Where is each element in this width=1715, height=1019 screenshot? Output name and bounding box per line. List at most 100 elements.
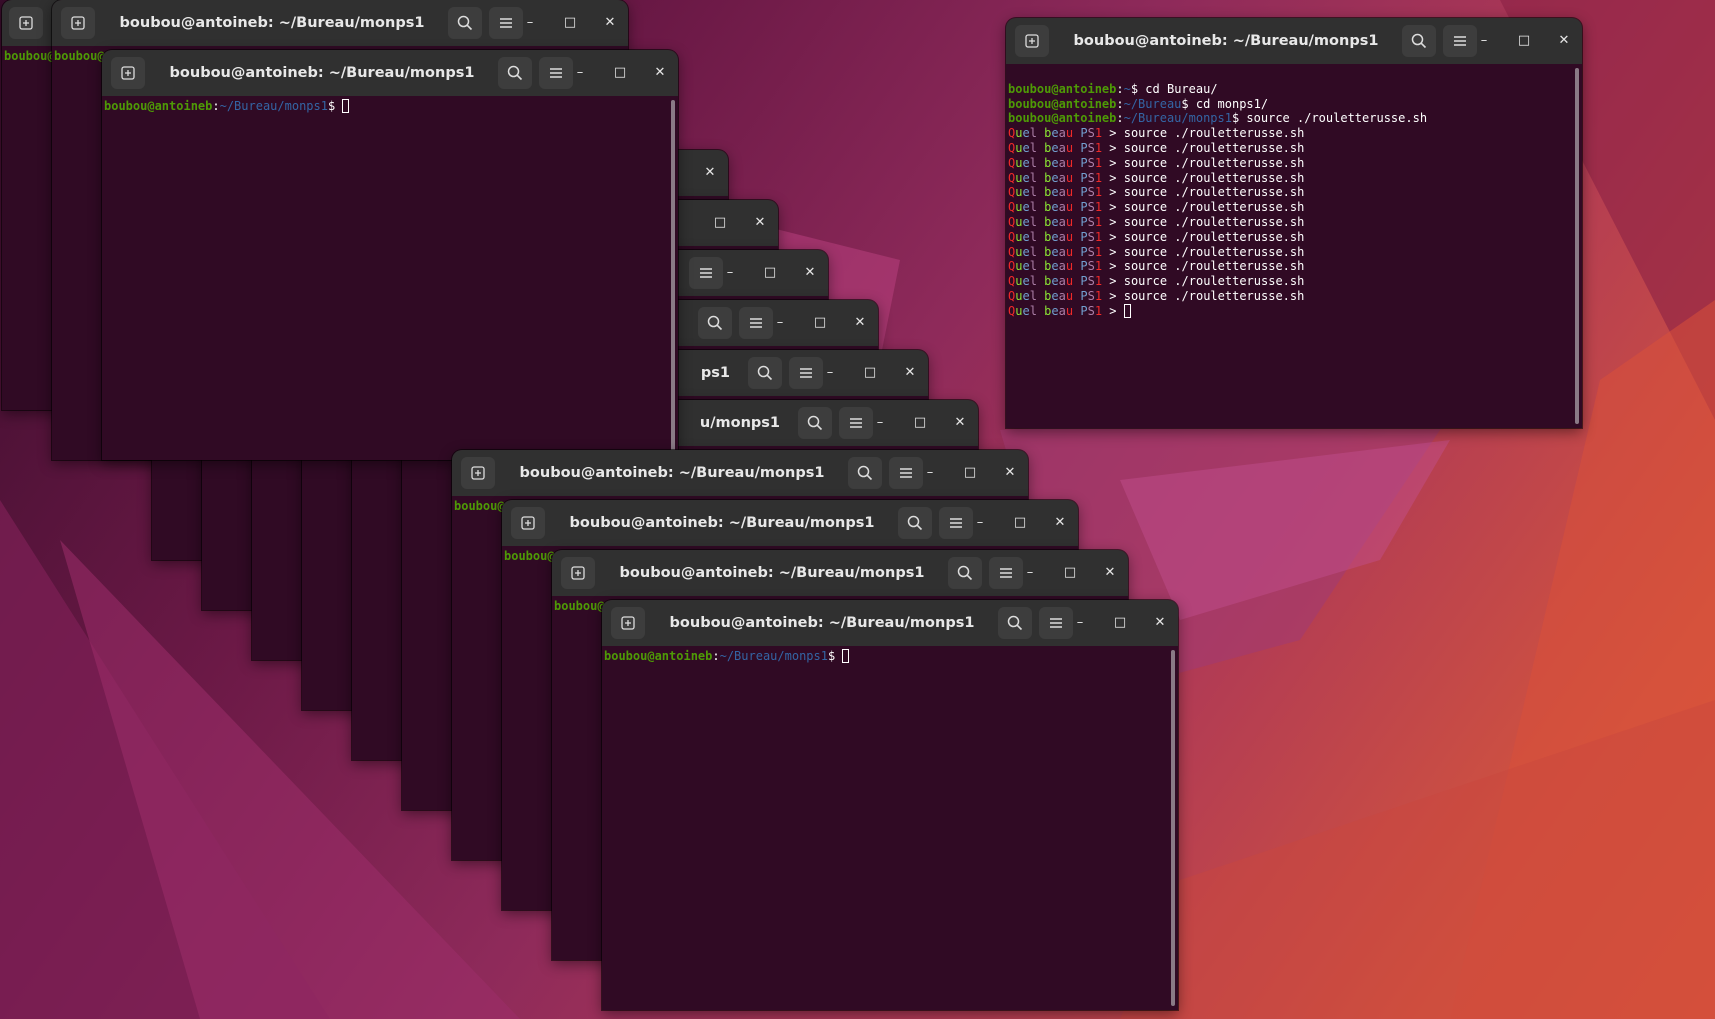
close-icon[interactable]: ✕: [1000, 463, 1020, 483]
close-icon[interactable]: ✕: [950, 413, 970, 433]
new-tab-icon[interactable]: [561, 557, 595, 589]
close-icon[interactable]: ✕: [800, 263, 820, 283]
headerbar[interactable]: boubou@antoineb: ~/Bureau/monps1 – □ ✕: [552, 550, 1128, 596]
maximize-icon[interactable]: □: [910, 413, 930, 433]
close-icon[interactable]: ✕: [750, 213, 770, 233]
search-icon[interactable]: [998, 607, 1032, 639]
cursor: [842, 649, 850, 663]
search-icon[interactable]: [848, 457, 882, 489]
hamburger-menu-icon[interactable]: [839, 407, 873, 439]
search-icon[interactable]: [748, 357, 782, 389]
minimize-icon[interactable]: –: [720, 263, 740, 283]
maximize-icon[interactable]: □: [960, 463, 980, 483]
new-tab-icon[interactable]: [611, 607, 645, 639]
hamburger-menu-icon[interactable]: [689, 257, 723, 289]
prompt-dollar: $: [327, 99, 343, 113]
prompt-colon: :: [212, 99, 220, 113]
window-title: boubou@antoineb: ~/Bureau/monps1: [619, 565, 925, 581]
terminal-window-2[interactable]: boubou@antoineb: ~/Bureau/monps1 – □ ✕ b…: [102, 50, 678, 460]
hamburger-menu-icon[interactable]: [739, 307, 773, 339]
maximize-icon[interactable]: □: [1010, 513, 1030, 533]
ps1-line: Quel beau PS1 >: [1008, 303, 1580, 319]
window-title: boubou@antoineb: ~/Bureau/monps1: [519, 465, 825, 481]
maximize-icon[interactable]: □: [810, 313, 830, 333]
close-icon[interactable]: ✕: [900, 363, 920, 383]
search-icon[interactable]: [1402, 25, 1436, 57]
search-icon[interactable]: [798, 407, 832, 439]
search-icon[interactable]: [948, 557, 982, 589]
minimize-icon[interactable]: –: [920, 463, 940, 483]
headerbar[interactable]: boubou@antoineb: ~/Bureau/monps1 – □ ✕: [602, 600, 1178, 646]
search-icon[interactable]: [498, 57, 532, 89]
minimize-icon[interactable]: –: [970, 513, 990, 533]
window-title: boubou@antoineb: ~/Bureau/monps1: [669, 615, 975, 631]
scrollbar[interactable]: [1575, 68, 1579, 424]
ps1-command: source ./rouletterusse.sh: [1123, 200, 1305, 215]
hamburger-menu-icon[interactable]: [989, 557, 1023, 589]
hamburger-menu-icon[interactable]: [1039, 607, 1073, 639]
prompt-path: ~/Bureau/monps1: [219, 99, 328, 113]
headerbar[interactable]: boubou@antoineb: ~/Bureau/monps1 – □ ✕: [452, 450, 1028, 496]
minimize-icon[interactable]: –: [870, 413, 890, 433]
headerbar[interactable]: boubou@antoineb: ~/Bureau/monps1 – □ ✕: [52, 0, 628, 46]
terminal-output[interactable]: boubou@antoineb:~/Bureau/monps1$: [102, 96, 678, 460]
terminal-output[interactable]: boubou@antoineb:~$ cd Bureau/boubou@anto…: [1006, 64, 1582, 428]
minimize-icon[interactable]: –: [1020, 563, 1040, 583]
scrollbar[interactable]: [671, 100, 675, 456]
prompt-user-host: boubou@: [454, 499, 505, 513]
search-icon[interactable]: [448, 7, 482, 39]
maximize-icon[interactable]: □: [710, 213, 730, 233]
maximize-icon[interactable]: □: [560, 13, 580, 33]
hamburger-menu-icon[interactable]: [939, 507, 973, 539]
window-title: boubou@antoineb: ~/Bureau/monps1: [119, 15, 425, 31]
minimize-icon[interactable]: –: [570, 63, 590, 83]
terminal-window-12[interactable]: boubou@antoineb: ~/Bureau/monps1 – □ ✕ b…: [602, 600, 1178, 1010]
hamburger-menu-icon[interactable]: [539, 57, 573, 89]
hamburger-menu-icon[interactable]: [1443, 25, 1477, 57]
minimize-icon[interactable]: –: [1070, 613, 1090, 633]
close-icon[interactable]: ✕: [1150, 613, 1170, 633]
maximize-icon[interactable]: □: [1110, 613, 1130, 633]
close-icon[interactable]: ✕: [1100, 563, 1120, 583]
shell-line: boubou@antoineb:~/Bureau$ cd monps1/: [1008, 96, 1269, 111]
prompt-user-host: boubou@: [504, 549, 555, 563]
maximize-icon[interactable]: □: [860, 363, 880, 383]
ps1-line: Quel beau PS1 > source ./rouletterusse.s…: [1008, 288, 1305, 303]
maximize-icon[interactable]: □: [760, 263, 780, 283]
hamburger-menu-icon[interactable]: [889, 457, 923, 489]
search-icon[interactable]: [898, 507, 932, 539]
minimize-icon[interactable]: –: [520, 13, 540, 33]
terminal-window-right[interactable]: boubou@antoineb: ~/Bureau/monps1 – □ ✕ b…: [1006, 18, 1582, 428]
ps1-line: Quel beau PS1 > source ./rouletterusse.s…: [1008, 126, 1305, 141]
close-icon[interactable]: ✕: [850, 313, 870, 333]
maximize-icon[interactable]: □: [610, 63, 630, 83]
hamburger-menu-icon[interactable]: [789, 357, 823, 389]
close-icon[interactable]: ✕: [600, 13, 620, 33]
headerbar[interactable]: boubou@antoineb: ~/Bureau/monps1 – □ ✕: [1006, 18, 1582, 64]
minimize-icon[interactable]: –: [820, 363, 840, 383]
new-tab-icon[interactable]: [1015, 25, 1049, 57]
scrollbar[interactable]: [1171, 650, 1175, 1006]
hamburger-menu-icon[interactable]: [489, 7, 523, 39]
minimize-icon[interactable]: –: [1474, 31, 1494, 51]
headerbar[interactable]: boubou@antoineb: ~/Bureau/monps1 – □ ✕: [102, 50, 678, 96]
close-icon[interactable]: ✕: [700, 163, 720, 183]
close-icon[interactable]: ✕: [1554, 31, 1574, 51]
window-title: boubou@antoineb: ~/Bureau/monps1: [169, 65, 475, 81]
close-icon[interactable]: ✕: [650, 63, 670, 83]
new-tab-icon[interactable]: [111, 57, 145, 89]
ps1-line: Quel beau PS1 > source ./rouletterusse.s…: [1008, 214, 1305, 229]
new-tab-icon[interactable]: [9, 7, 43, 39]
search-icon[interactable]: [698, 307, 732, 339]
close-icon[interactable]: ✕: [1050, 513, 1070, 533]
terminal-output[interactable]: boubou@antoineb:~/Bureau/monps1$: [602, 646, 1178, 1010]
prompt-path: ~/Bureau/monps1: [719, 649, 828, 663]
minimize-icon[interactable]: –: [770, 313, 790, 333]
new-tab-icon[interactable]: [511, 507, 545, 539]
headerbar[interactable]: boubou@antoineb: ~/Bureau/monps1 – □ ✕: [502, 500, 1078, 546]
maximize-icon[interactable]: □: [1514, 31, 1534, 51]
ps1-line: Quel beau PS1 > source ./rouletterusse.s…: [1008, 170, 1305, 185]
maximize-icon[interactable]: □: [1060, 563, 1080, 583]
new-tab-icon[interactable]: [461, 457, 495, 489]
new-tab-icon[interactable]: [61, 7, 95, 39]
